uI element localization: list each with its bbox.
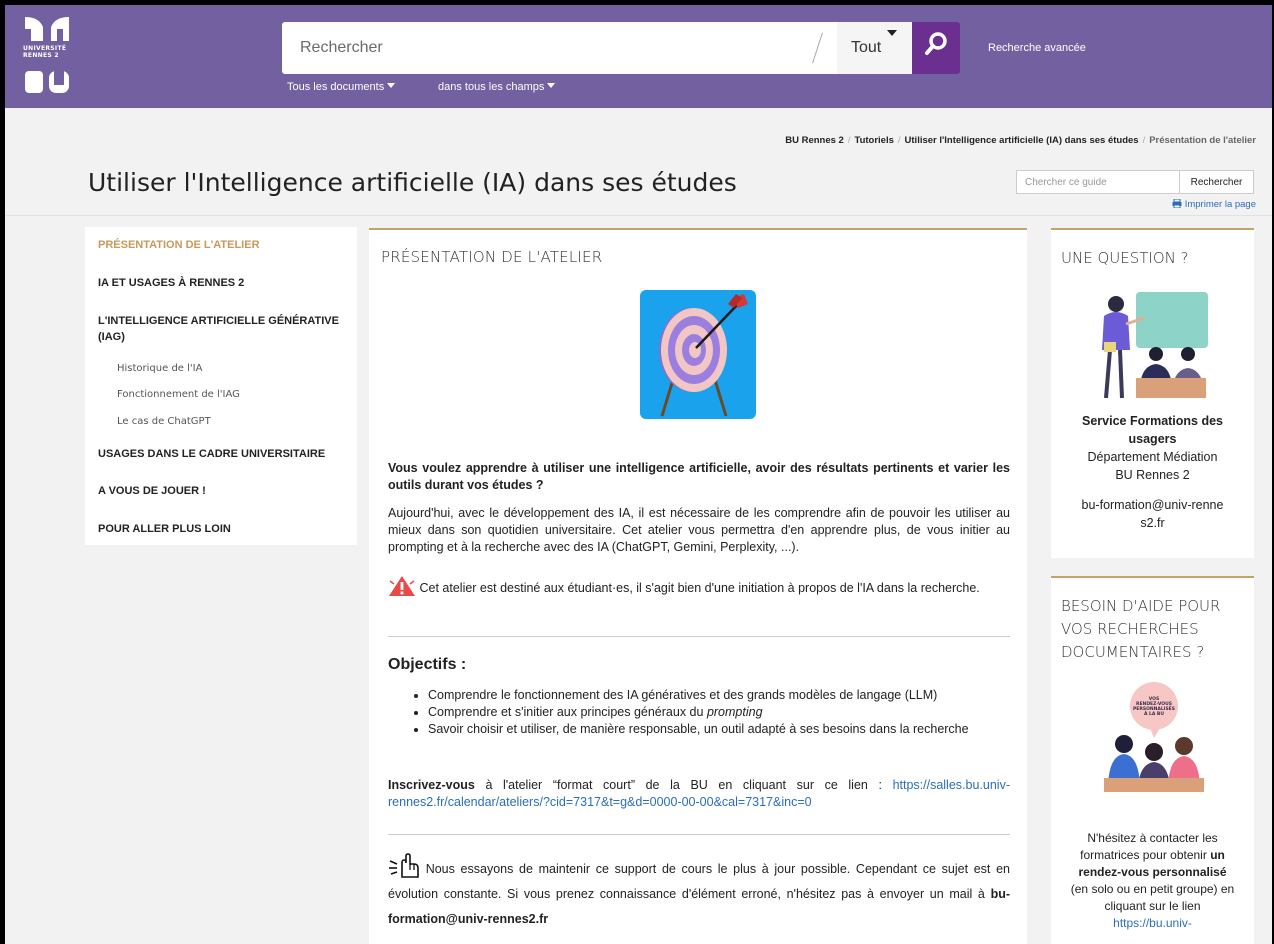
warning-text: Cet atelier est destiné aux étudiant·es,… <box>419 581 980 595</box>
breadcrumb-current: Présentation de l'atelier <box>1149 135 1256 146</box>
divider <box>388 834 1010 835</box>
warning-icon <box>389 576 415 596</box>
site-header: UNIVERSITÉRENNES 2 Tout Recherche avancé… <box>5 5 1272 108</box>
nav-subitem-historique[interactable]: Historique de l'IA <box>117 363 202 374</box>
separator <box>812 32 823 64</box>
catalog-search: Tout <box>282 22 912 74</box>
page: UNIVERSITÉRENNES 2 Tout Recherche avancé… <box>0 0 1274 944</box>
objective-item: Savoir choisir et utiliser, de manière r… <box>428 721 1028 738</box>
objectives-title: Objectifs : <box>388 656 467 673</box>
scope-select[interactable]: Tout <box>837 22 912 74</box>
svg-text:À LA BU: À LA BU <box>1144 710 1164 717</box>
search-icon <box>925 32 947 55</box>
section-title: PRÉSENTATION DE L'ATELIER <box>381 248 603 266</box>
update-note: Nous essayons de maintenir ce support de… <box>388 853 1010 932</box>
breadcrumb: BU Rennes 2/Tutoriels / Utiliser l'Intelli… <box>785 135 1256 146</box>
search-input[interactable] <box>282 22 807 74</box>
nav-item-a-vous-de-jouer[interactable]: A VOUS DE JOUER ! <box>98 483 348 499</box>
library-name: BU Rennes 2 <box>1115 468 1190 482</box>
appointment-link[interactable]: https://bu.univ- <box>1113 916 1192 930</box>
objective-item: Comprendre le fonctionnement des IA géné… <box>428 687 1028 704</box>
printer-icon <box>1172 198 1182 209</box>
filter-label: Tous les documents <box>287 81 385 93</box>
update-text: Nous essayons de maintenir ce support de… <box>388 862 1010 901</box>
breadcrumb-link[interactable]: BU Rennes 2 <box>785 135 844 146</box>
breadcrumb-link[interactable]: Utiliser l'Intelligence artificielle (IA… <box>905 135 1139 146</box>
training-illustration <box>1102 292 1208 399</box>
objectives-list: Comprendre le fonctionnement des IA géné… <box>405 687 1028 738</box>
page-title: Utiliser l'Intelligence artificielle (IA… <box>88 168 737 197</box>
guide-search-button[interactable]: Rechercher <box>1180 170 1254 194</box>
divider <box>388 636 1010 637</box>
guide-search-input[interactable] <box>1016 170 1180 194</box>
nav-item-presentation[interactable]: PRÉSENTATION DE L'ATELIER <box>98 237 348 253</box>
nav-item-usages-universitaires[interactable]: USAGES DANS LE CADRE UNIVERSITAIRE <box>98 446 348 462</box>
divider <box>5 215 1272 216</box>
intro-question: Vous voulez apprendre à utiliser une int… <box>388 461 1010 492</box>
help-box: BESOIN D'AIDE POUR VOS RECHERCHES DOCUME… <box>1051 576 1254 944</box>
help-box-title: BESOIN D'AIDE POUR VOS RECHERCHES DOCUME… <box>1061 597 1221 661</box>
nav-item-iag[interactable]: L'INTELLIGENCE ARTIFICIELLE GÉNÉRATIVE (… <box>98 313 348 345</box>
main-content: PRÉSENTATION DE L'ATELIER Vous voulez ap… <box>369 228 1027 944</box>
department-name: Département Médiation <box>1087 450 1218 464</box>
hand-pointing-icon <box>389 853 419 878</box>
target-illustration <box>640 290 756 419</box>
question-box-title: UNE QUESTION ? <box>1061 249 1189 267</box>
nav-subitem-chatgpt[interactable]: Le cas de ChatGPT <box>117 416 211 427</box>
university-logo[interactable]: UNIVERSITÉ RENNES 2 <box>23 15 75 95</box>
service-name: Service Formations des usagers <box>1081 414 1224 446</box>
question-box: UNE QUESTION ? Service Formations des us… <box>1051 228 1254 558</box>
breadcrumb-link[interactable]: Tutoriels <box>854 135 893 146</box>
warning-note: Cet atelier est destiné aux étudiant·es,… <box>388 575 1010 601</box>
advanced-search-link[interactable]: Recherche avancée <box>988 42 1086 54</box>
print-label: Imprimer la page <box>1184 199 1256 210</box>
contact-email[interactable]: bu-formation@univ-rennes2.fr <box>1061 496 1244 532</box>
help-text: N'hésitez à contacter les formatrices po… <box>1070 831 1235 930</box>
caret-down-icon <box>387 83 396 88</box>
field-filter[interactable]: dans tous les champs <box>438 81 556 93</box>
guide-navigation: PRÉSENTATION DE L'ATELIER IA ET USAGES À… <box>85 227 357 545</box>
appointment-illustration: VOS RENDEZ-VOUS PERSONNALISÉS À LA BU <box>1104 682 1204 792</box>
nav-item-ia-usages[interactable]: IA ET USAGES À RENNES 2 <box>98 275 348 291</box>
print-link[interactable]: Imprimer la page <box>1172 198 1256 210</box>
document-type-filter[interactable]: Tous les documents <box>287 81 396 93</box>
scope-label: Tout <box>851 39 882 56</box>
signup-paragraph: Inscrivez-vous à l'atelier “format court… <box>388 778 1010 809</box>
caret-down-icon <box>547 83 556 88</box>
target-icon <box>659 294 748 417</box>
objective-item: Comprendre et s'initier aux principes gé… <box>428 704 1028 721</box>
filter-label: dans tous les champs <box>438 81 545 93</box>
intro-paragraph: Aujourd'hui, avec le développement des I… <box>388 506 1010 554</box>
nav-item-aller-plus-loin[interactable]: POUR ALLER PLUS LOIN <box>98 521 348 537</box>
caret-down-icon <box>887 30 897 36</box>
frame-left <box>0 0 5 944</box>
search-button[interactable] <box>912 22 960 74</box>
logo-text: UNIVERSITÉ RENNES 2 <box>23 45 67 59</box>
nav-subitem-fonctionnement[interactable]: Fonctionnement de l'IAG <box>117 389 240 400</box>
